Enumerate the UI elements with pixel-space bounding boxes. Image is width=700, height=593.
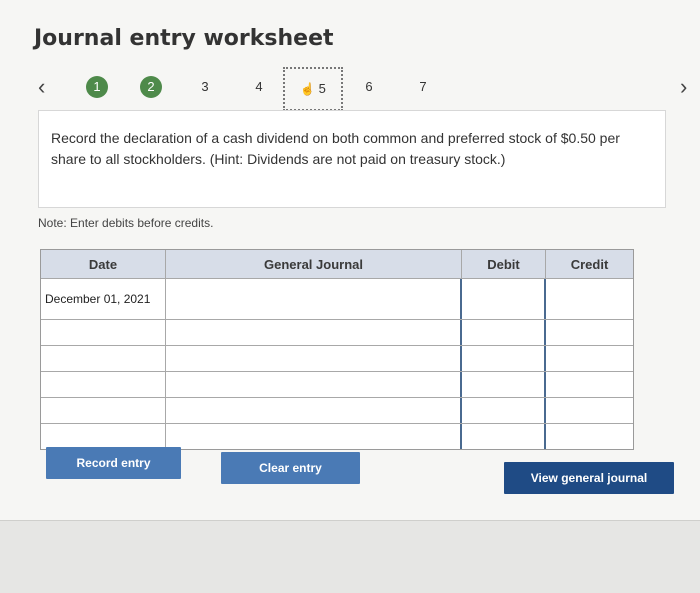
record-entry-button[interactable]: Record entry xyxy=(46,447,181,479)
hand-pointer-icon: ☝ xyxy=(300,82,316,96)
prompt-box: Record the declaration of a cash dividen… xyxy=(38,110,666,208)
debit-input[interactable] xyxy=(462,279,546,319)
credit-input[interactable] xyxy=(546,398,633,423)
step-7[interactable]: 7 xyxy=(412,76,434,98)
date-cell xyxy=(41,320,166,345)
step-2[interactable]: 2 xyxy=(140,76,162,98)
table-row xyxy=(41,423,633,449)
step-4[interactable]: 4 xyxy=(248,76,270,98)
date-cell xyxy=(41,346,166,371)
table-row xyxy=(41,345,633,371)
date-cell xyxy=(41,424,166,449)
header-debit: Debit xyxy=(462,250,546,278)
table-row xyxy=(41,397,633,423)
worksheet-panel: Journal entry worksheet ‹ 1 2 3 4 ☝ 5 6 … xyxy=(0,0,700,521)
header-general-journal: General Journal xyxy=(166,250,462,278)
credit-input[interactable] xyxy=(546,346,633,371)
prompt-text: Record the declaration of a cash dividen… xyxy=(51,130,620,167)
account-input[interactable] xyxy=(166,372,462,397)
next-step-button[interactable]: › xyxy=(680,74,687,100)
chevron-right-icon: › xyxy=(680,74,688,99)
table-row: December 01, 2021 xyxy=(41,278,633,319)
account-input[interactable] xyxy=(166,424,462,449)
step-1[interactable]: 1 xyxy=(86,76,108,98)
step-5-label: 5 xyxy=(318,81,326,96)
header-credit: Credit xyxy=(570,256,609,272)
debit-input[interactable] xyxy=(462,372,546,397)
credit-input[interactable] xyxy=(546,320,633,345)
debit-input[interactable] xyxy=(462,424,546,449)
journal-table: Date General Journal Debit Credit Decemb… xyxy=(40,249,634,450)
step-3[interactable]: 3 xyxy=(194,76,216,98)
step-5-current[interactable]: ☝ 5 xyxy=(283,67,343,111)
debit-input[interactable] xyxy=(462,346,546,371)
credit-input[interactable] xyxy=(546,279,633,319)
step-6[interactable]: 6 xyxy=(358,76,380,98)
table-row xyxy=(41,371,633,397)
clear-entry-button[interactable]: Clear entry xyxy=(221,452,360,484)
credit-input[interactable] xyxy=(546,372,633,397)
account-input[interactable] xyxy=(166,398,462,423)
account-input[interactable] xyxy=(166,346,462,371)
chevron-left-icon: ‹ xyxy=(38,74,46,99)
header-date: Date xyxy=(41,250,166,278)
view-general-journal-button[interactable]: View general journal xyxy=(504,462,674,494)
date-cell xyxy=(41,372,166,397)
table-row xyxy=(41,319,633,345)
table-header: Date General Journal Debit Credit xyxy=(41,250,633,278)
page-title: Journal entry worksheet xyxy=(34,26,334,51)
date-cell xyxy=(41,398,166,423)
note-text: Note: Enter debits before credits. xyxy=(38,216,214,230)
debit-input[interactable] xyxy=(462,398,546,423)
credit-input[interactable] xyxy=(546,424,633,449)
prev-step-button[interactable]: ‹ xyxy=(38,74,45,100)
debit-input[interactable] xyxy=(462,320,546,345)
account-input[interactable] xyxy=(166,279,462,319)
account-input[interactable] xyxy=(166,320,462,345)
date-cell: December 01, 2021 xyxy=(41,279,166,319)
